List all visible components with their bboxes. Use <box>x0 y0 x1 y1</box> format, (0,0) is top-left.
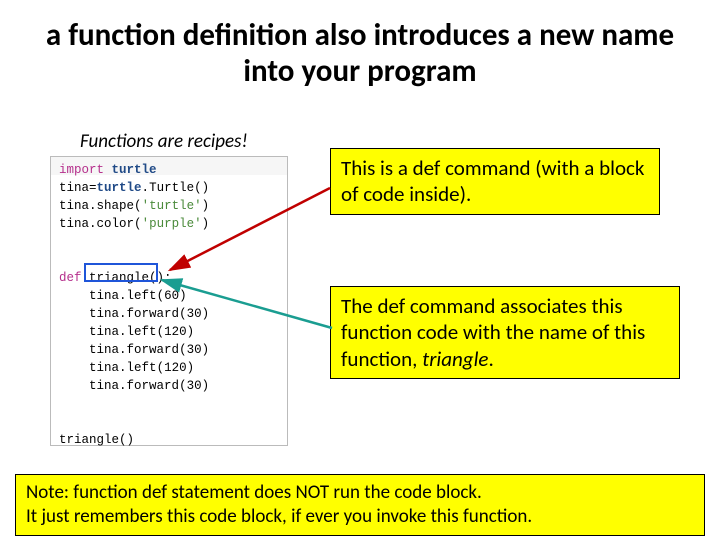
code-token: 60 <box>164 289 179 303</box>
code-token: triangle <box>59 433 119 447</box>
code-token: tina <box>59 217 89 231</box>
highlight-rectangle <box>84 263 158 282</box>
callout-name-association: The def command associates this function… <box>330 286 680 379</box>
kw-def: def <box>59 271 82 285</box>
code-token: tina <box>59 199 89 213</box>
lib-name: turtle <box>112 163 157 177</box>
callout-function-name: triangle <box>422 346 488 372</box>
kw-import: import <box>59 163 104 177</box>
subtitle: Functions are recipes! <box>80 130 248 153</box>
code-token: tina <box>89 379 119 393</box>
bottom-note: Note: function def statement does NOT ru… <box>15 474 705 536</box>
code-token: tina <box>89 343 119 357</box>
code-token: 30 <box>187 307 202 321</box>
code-token: left <box>127 325 157 339</box>
note-line: Note: function def statement does NOT ru… <box>26 481 482 504</box>
code-token: forward <box>127 379 180 393</box>
code-token: left <box>127 361 157 375</box>
code-token: tina <box>89 307 119 321</box>
code-token: left <box>127 289 157 303</box>
code-token: tina <box>59 181 89 195</box>
callout-def-command: This is a def command (with a block of c… <box>330 148 660 215</box>
code-token: tina <box>89 361 119 375</box>
code-token: tina <box>89 325 119 339</box>
code-token: Turtle <box>149 181 194 195</box>
code-token: color <box>97 217 135 231</box>
code-token: 120 <box>164 361 187 375</box>
code-token: 'turtle' <box>142 199 202 213</box>
slide-title: a function definition also introduces a … <box>40 18 680 89</box>
code-token: tina <box>89 289 119 303</box>
code-token: turtle <box>97 181 142 195</box>
callout-text: . <box>488 346 493 372</box>
code-token: 120 <box>164 325 187 339</box>
note-line: It just remembers this code block, if ev… <box>26 505 532 528</box>
code-token: 30 <box>187 379 202 393</box>
code-example: import turtle tina=turtle.Turtle() tina.… <box>50 156 288 446</box>
code-token: 'purple' <box>142 217 202 231</box>
code-token: forward <box>127 343 180 357</box>
code-token: forward <box>127 307 180 321</box>
code-token: shape <box>97 199 135 213</box>
code-token: 30 <box>187 343 202 357</box>
